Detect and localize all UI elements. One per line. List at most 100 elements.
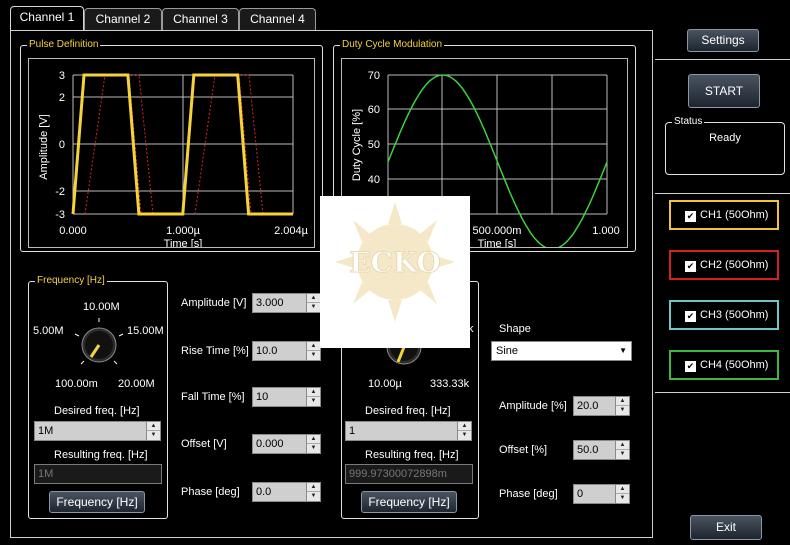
knob-label-top: 10.00M — [83, 301, 120, 313]
mod-resulting-freq-field: 999.97300072898m — [345, 464, 473, 484]
logo-text: ECKO — [349, 246, 441, 279]
desired-freq-spinner[interactable]: ▲ ▼ — [146, 422, 160, 440]
frequency-button[interactable]: Frequency [Hz] — [49, 491, 145, 513]
rise-time-value: 10.0 — [256, 345, 278, 357]
checkbox-check-icon[interactable]: ✔ — [685, 211, 696, 222]
mod-phase-label: Phase [deg] — [499, 488, 558, 500]
knob-label-left: 5.00M — [33, 325, 64, 337]
pulse-xtick: 2.004µ — [274, 225, 309, 237]
tab-channel-1[interactable]: Channel 1 — [10, 6, 84, 31]
pulse-xlabel: Time [s] — [164, 238, 203, 247]
channel-4-toggle[interactable]: ✔ CH4 (50Ohm) — [669, 350, 779, 380]
duty-ytick: 70 — [368, 70, 380, 82]
fall-time-input[interactable]: 10 ▲ ▼ — [252, 387, 321, 407]
duty-xtick: 500.000m — [473, 225, 522, 237]
desired-freq-label: Desired freq. [Hz] — [54, 405, 140, 417]
checkbox-check-icon[interactable]: ✔ — [685, 361, 696, 372]
rise-time-spinner[interactable]: ▲ ▼ — [306, 342, 320, 360]
knob-label-bottom-left: 100.00m — [55, 378, 98, 390]
checkbox-check-icon[interactable]: ✔ — [685, 311, 696, 322]
pulse-ytick: -3 — [55, 209, 65, 221]
pulse-ytick: 0 — [59, 139, 65, 151]
mod-amplitude-value: 20.0 — [577, 400, 599, 412]
mod-amplitude-input[interactable]: 20.0 ▲ ▼ — [573, 396, 630, 416]
phase-input[interactable]: 0.0 ▲ ▼ — [252, 482, 321, 502]
settings-button[interactable]: Settings — [687, 29, 759, 52]
tab-channel-3[interactable]: Channel 3 — [162, 8, 239, 30]
desired-freq-value: 1M — [38, 425, 54, 437]
duty-ytick: 40 — [368, 174, 380, 186]
offset-spinner[interactable]: ▲ ▼ — [306, 435, 320, 453]
overlay-logo: ECKO — [320, 196, 470, 348]
mod-offset-spinner[interactable]: ▲ ▼ — [615, 441, 629, 459]
mod-desired-freq-spinner[interactable]: ▲ ▼ — [457, 422, 471, 440]
amplitude-value: 3.000 — [256, 297, 284, 309]
desired-freq-input[interactable]: 1M ▲ ▼ — [34, 421, 161, 441]
knob-label-bottom-right: 20.00M — [118, 378, 155, 390]
fall-time-label: Fall Time [%] — [181, 391, 245, 403]
duty-ytick: 50 — [368, 139, 380, 151]
duty-ylabel: Duty Cycle [%] — [351, 109, 363, 181]
rise-time-label: Rise Time [%] — [181, 345, 249, 357]
channel-4-label: CH4 (50Ohm) — [700, 359, 769, 371]
offset-label: Offset [V] — [181, 438, 227, 450]
fall-time-value: 10 — [256, 391, 269, 403]
rise-time-input[interactable]: 10.0 ▲ ▼ — [252, 341, 321, 361]
frequency-title: Frequency [Hz] — [35, 275, 107, 287]
mod-resulting-freq-label: Resulting freq. [Hz] — [365, 449, 459, 461]
offset-value: 0.000 — [256, 438, 284, 450]
mod-offset-input[interactable]: 50.0 ▲ ▼ — [573, 440, 630, 460]
phase-spinner[interactable]: ▲ ▼ — [306, 483, 320, 501]
sidebar-divider — [655, 59, 790, 60]
mod-frequency-button[interactable]: Frequency [Hz] — [361, 491, 457, 513]
mod-phase-spinner[interactable]: ▲ ▼ — [615, 485, 629, 503]
resulting-freq-field: 1M — [34, 464, 162, 484]
phase-label: Phase [deg] — [181, 486, 240, 498]
sidebar-divider — [655, 193, 790, 194]
channel-3-toggle[interactable]: ✔ CH3 (50Ohm) — [669, 300, 779, 330]
fall-time-spinner[interactable]: ▲ ▼ — [306, 388, 320, 406]
mod-amplitude-spinner[interactable]: ▲ ▼ — [615, 397, 629, 415]
shape-value: Sine — [496, 345, 519, 357]
mod-knob-label-bottom-right: 333.33k — [430, 378, 470, 390]
status-group: Status Ready — [665, 116, 785, 175]
channel-1-label: CH1 (50Ohm) — [700, 209, 769, 221]
pulse-ytick: 3 — [59, 70, 65, 82]
status-title: Status — [672, 116, 705, 128]
duty-xlabel: Time [s] — [478, 238, 517, 247]
knob-label-right: 15.00M — [127, 325, 164, 337]
pulse-xtick: 1.000µ — [166, 225, 201, 237]
pulse-xtick: 0.000 — [59, 225, 87, 237]
status-value: Ready — [709, 132, 741, 144]
channel-2-toggle[interactable]: ✔ CH2 (50Ohm) — [669, 250, 779, 280]
mod-desired-freq-label: Desired freq. [Hz] — [365, 405, 451, 417]
channel-2-label: CH2 (50Ohm) — [700, 259, 769, 271]
sidebar-divider — [655, 392, 790, 393]
pulse-plot: 3 2 0 -2 -3 0.000 1.000µ 2.004µ Time [s]… — [28, 58, 315, 248]
phase-value: 0.0 — [256, 486, 272, 498]
mod-desired-freq-value: 1 — [349, 425, 356, 437]
frequency-knob[interactable] — [71, 316, 127, 375]
tab-channel-4[interactable]: Channel 4 — [239, 8, 316, 30]
shape-select[interactable]: Sine ▼ — [491, 341, 632, 361]
pulse-ylabel: Amplitude [V] — [38, 114, 50, 179]
mod-amplitude-label: Amplitude [%] — [499, 400, 567, 412]
amplitude-spinner[interactable]: ▲ ▼ — [306, 294, 320, 312]
offset-input[interactable]: 0.000 ▲ ▼ — [252, 434, 321, 454]
exit-button[interactable]: Exit — [690, 515, 762, 540]
mod-phase-input[interactable]: 0 ▲ ▼ — [573, 484, 630, 504]
duty-ytick: 60 — [368, 104, 380, 116]
channel-1-toggle[interactable]: ✔ CH1 (50Ohm) — [669, 200, 779, 230]
checkbox-check-icon[interactable]: ✔ — [685, 261, 696, 272]
duty-xtick: 1.000 — [592, 225, 620, 237]
pulse-ytick: 2 — [59, 92, 65, 104]
start-button[interactable]: START — [688, 74, 760, 108]
mod-knob-label-bottom-left: 10.00µ — [368, 378, 402, 390]
mod-offset-value: 50.0 — [577, 444, 599, 456]
amplitude-label: Amplitude [V] — [181, 297, 247, 309]
amplitude-input[interactable]: 3.000 ▲ ▼ — [252, 293, 321, 313]
shape-label: Shape — [499, 323, 531, 335]
tab-channel-2[interactable]: Channel 2 — [84, 8, 162, 30]
mod-desired-freq-input[interactable]: 1 ▲ ▼ — [345, 421, 472, 441]
pulse-definition-title: Pulse Definition — [27, 39, 101, 51]
